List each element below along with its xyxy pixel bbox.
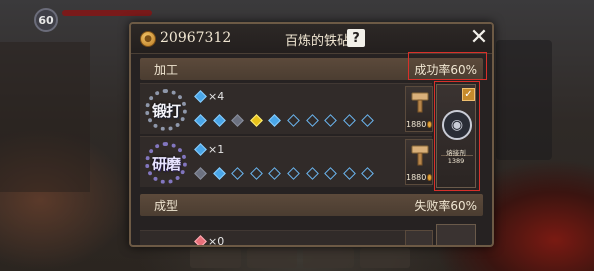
grind-hammer-button[interactable]: 1880: [405, 139, 433, 185]
hammer-icon: [411, 145, 429, 166]
coin-icon-small: [427, 174, 432, 181]
gem-slot-filled: [212, 166, 226, 180]
gem-count-value: ×0: [208, 234, 225, 247]
grind-label: 研磨: [151, 154, 181, 173]
hammer-icon: [411, 92, 429, 113]
forge-hammer-button[interactable]: 1880: [405, 86, 433, 132]
coin-amount: 20967312: [160, 30, 232, 46]
gem-icon-pink: [194, 234, 207, 245]
gem-count: ×4: [194, 88, 225, 104]
gem-slot-empty: [268, 166, 282, 180]
gem-slot-empty: [231, 166, 245, 180]
dialog-title: 百炼的铁砧: [285, 34, 351, 49]
coin-icon: ●: [140, 31, 156, 47]
gem-slot-empty: [361, 113, 375, 127]
cost-value: 1880: [406, 173, 427, 182]
gem-count: ×0: [194, 233, 225, 247]
gem-slot-gold: [249, 113, 263, 127]
cost-label: 1880: [406, 120, 432, 129]
gem-icon: [194, 89, 207, 103]
gem-count-value: ×1: [208, 142, 225, 156]
grind-icon[interactable]: 研磨: [145, 142, 187, 184]
anvil-dialog: ● 20967312 百炼的铁砧 ? ✕ 加工 成功率60% 锻打 ×4 188…: [129, 22, 494, 247]
gem-slot-empty: [361, 166, 375, 180]
gem-icon: [194, 142, 207, 156]
cost-value: 1880: [406, 120, 427, 129]
gem-slot-gray: [231, 113, 245, 127]
background-bottom-tabs: [190, 248, 410, 268]
gem-slot-filled: [212, 113, 226, 127]
gem-count: ×1: [194, 141, 225, 157]
gem-slot-filled: [194, 113, 207, 127]
forge-icon[interactable]: 锻打: [145, 89, 187, 131]
coin-icon-small: [427, 121, 432, 128]
player-level-badge: 60: [34, 8, 58, 32]
failure-rate: 失败率60%: [414, 199, 477, 213]
background-right-panel: [496, 40, 552, 160]
gem-slot-empty: [305, 166, 319, 180]
partial-hammer-button[interactable]: [405, 230, 433, 245]
gem-slot-empty: [324, 113, 338, 127]
processing-label: 加工: [154, 63, 179, 77]
process-row-forge: 锻打 ×4 1880: [140, 83, 433, 134]
gem-slot-empty: [287, 166, 300, 180]
forge-label: 锻打: [151, 101, 181, 120]
gem-slot-empty: [287, 113, 300, 127]
background-left-panel: [0, 42, 90, 192]
partial-item-card[interactable]: [436, 224, 476, 245]
gem-slot-empty: [305, 113, 319, 127]
success-rate-highlight: [408, 52, 487, 80]
process-row-grind: 研磨 ×1 1880: [140, 136, 433, 187]
forming-section-bar: 成型 失败率60%: [140, 194, 483, 216]
gem-slot-filled: [268, 113, 282, 127]
gem-track: [194, 112, 375, 128]
gem-slot-gray: [194, 166, 207, 180]
gem-count-value: ×4: [208, 89, 225, 103]
dialog-header: ● 20967312 百炼的铁砧 ? ✕: [131, 24, 492, 54]
close-icon[interactable]: ✕: [467, 26, 491, 50]
help-icon[interactable]: ?: [347, 29, 365, 47]
player-hp-bar: [62, 10, 152, 16]
gem-slot-empty: [249, 166, 263, 180]
item-card-highlight: [434, 81, 480, 191]
process-row-partial: ×0: [140, 230, 432, 247]
gem-slot-empty: [342, 166, 356, 180]
gem-slot-empty: [342, 113, 356, 127]
cost-label: 1880: [406, 173, 432, 182]
gem-slot-empty: [324, 166, 338, 180]
forming-label: 成型: [154, 199, 179, 213]
gem-track: [194, 165, 375, 181]
